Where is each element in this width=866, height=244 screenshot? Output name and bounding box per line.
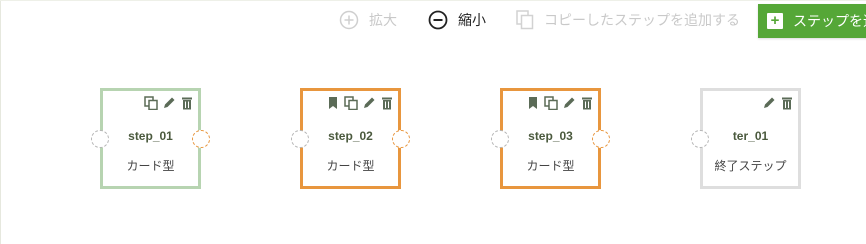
zoom-in-icon <box>339 10 359 30</box>
input-connector[interactable] <box>91 130 109 148</box>
step-type: カード型 <box>326 159 375 173</box>
add-step-button[interactable]: + ステップを追加 <box>758 4 866 38</box>
copy-icon[interactable] <box>544 96 558 111</box>
step-card-ter-01[interactable]: ter_01 終了ステップ <box>691 88 801 189</box>
output-connector[interactable] <box>392 130 410 148</box>
output-connector[interactable] <box>592 130 610 148</box>
step-card-step-02[interactable]: step_02 カード型 <box>291 88 410 189</box>
zoom-in-label: 拡大 <box>369 12 397 28</box>
zoom-in-button[interactable]: 拡大 <box>339 8 397 32</box>
copy-icon <box>516 10 534 30</box>
trash-icon[interactable] <box>580 96 594 110</box>
step-name: ter_01 <box>732 129 769 143</box>
step-name: step_03 <box>528 129 573 143</box>
edit-pencil-icon[interactable] <box>362 96 376 110</box>
zoom-out-button[interactable]: 縮小 <box>428 8 486 32</box>
plus-icon: + <box>767 13 783 29</box>
step-name: step_02 <box>328 129 373 143</box>
edit-pencil-icon[interactable] <box>562 96 576 110</box>
zoom-out-icon <box>428 10 448 30</box>
trash-icon[interactable] <box>380 96 394 110</box>
bookmark-icon <box>326 96 340 110</box>
step-type: カード型 <box>126 159 175 173</box>
zoom-out-label: 縮小 <box>458 12 486 28</box>
copy-icon[interactable] <box>344 96 358 111</box>
trash-icon[interactable] <box>780 96 794 110</box>
canvas-top-border <box>0 0 866 1</box>
card-actions <box>526 96 594 111</box>
step-card-step-01[interactable]: step_01 カード型 <box>91 88 210 189</box>
card-actions <box>762 96 794 110</box>
input-connector[interactable] <box>491 130 509 148</box>
output-connector[interactable] <box>192 130 210 148</box>
edit-pencil-icon[interactable] <box>162 96 176 110</box>
paste-copied-step-button[interactable]: コピーしたステップを追加する <box>516 8 740 32</box>
card-actions <box>326 96 394 111</box>
paste-copied-step-label: コピーしたステップを追加する <box>544 12 740 28</box>
input-connector[interactable] <box>291 130 309 148</box>
bookmark-icon <box>526 96 540 110</box>
step-name: step_01 <box>128 129 173 143</box>
step-type: カード型 <box>526 159 575 173</box>
trash-icon[interactable] <box>180 96 194 110</box>
step-card-step-03[interactable]: step_03 カード型 <box>491 88 610 189</box>
card-actions <box>144 96 194 111</box>
canvas-left-border <box>0 0 1 244</box>
copy-icon[interactable] <box>144 96 158 111</box>
input-connector[interactable] <box>691 130 709 148</box>
add-step-label: ステップを追加 <box>793 13 866 29</box>
edit-pencil-icon[interactable] <box>762 96 776 110</box>
step-type: 終了ステップ <box>714 159 787 173</box>
